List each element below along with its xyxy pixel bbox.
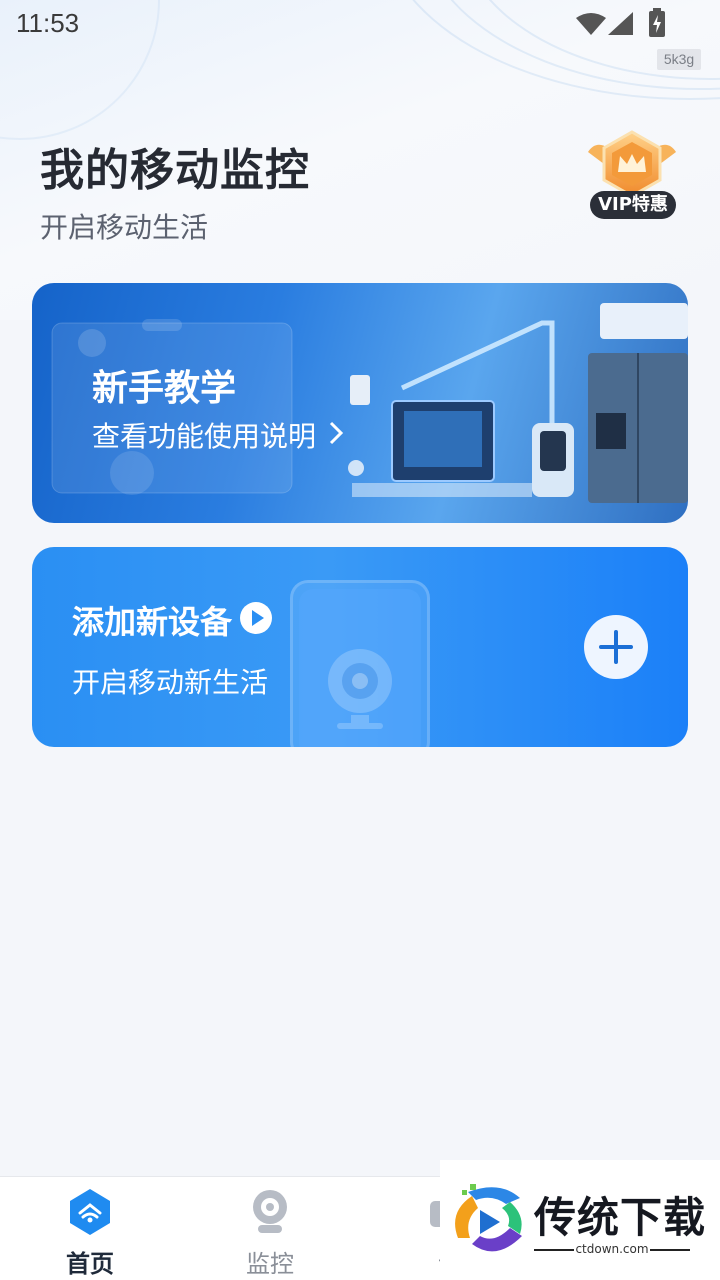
watermark-logo-icon	[455, 1184, 522, 1252]
status-time: 11:53	[16, 8, 80, 38]
page-subtitle: 开启移动生活	[40, 211, 209, 244]
nav-label-monitor: 监控	[246, 1250, 294, 1278]
add-device-subtitle: 开启移动新生活	[72, 666, 269, 699]
tutorial-card[interactable]: 新手教学 查看功能使用说明	[32, 283, 688, 523]
tutorial-title: 新手教学	[92, 368, 237, 409]
home-icon	[66, 1187, 114, 1241]
status-bar: 11:53 5k3g	[0, 0, 720, 70]
phone-illustration	[290, 580, 430, 747]
chevron-right-icon	[328, 420, 344, 450]
nav-item-home[interactable]: 首页	[30, 1177, 150, 1280]
battery-icon	[648, 8, 666, 42]
add-device-card[interactable]: 添加新设备 开启移动新生活	[32, 547, 688, 747]
watermark-brand: 传统下载	[534, 1193, 707, 1242]
camera-illustration-icon	[328, 649, 392, 729]
crown-icon	[588, 130, 676, 198]
tutorial-subtitle: 查看功能使用说明	[92, 420, 317, 453]
plus-icon	[599, 630, 633, 664]
watermark-overlay: 传统下载 ctdown.com	[440, 1160, 720, 1280]
network-badge: 5k3g	[657, 49, 701, 70]
page-title: 我的移动监控	[40, 145, 310, 196]
vip-badge[interactable]: VIP特惠	[582, 130, 682, 222]
play-icon[interactable]	[239, 601, 273, 639]
signal-icon	[608, 12, 634, 40]
nav-label-home: 首页	[66, 1250, 114, 1278]
wifi-icon	[576, 12, 606, 40]
nav-item-monitor[interactable]: 监控	[210, 1177, 330, 1280]
vip-label: VIP特惠	[590, 191, 676, 219]
camera-icon	[246, 1187, 294, 1241]
add-device-title: 添加新设备	[72, 603, 233, 641]
add-device-button[interactable]	[584, 615, 648, 679]
